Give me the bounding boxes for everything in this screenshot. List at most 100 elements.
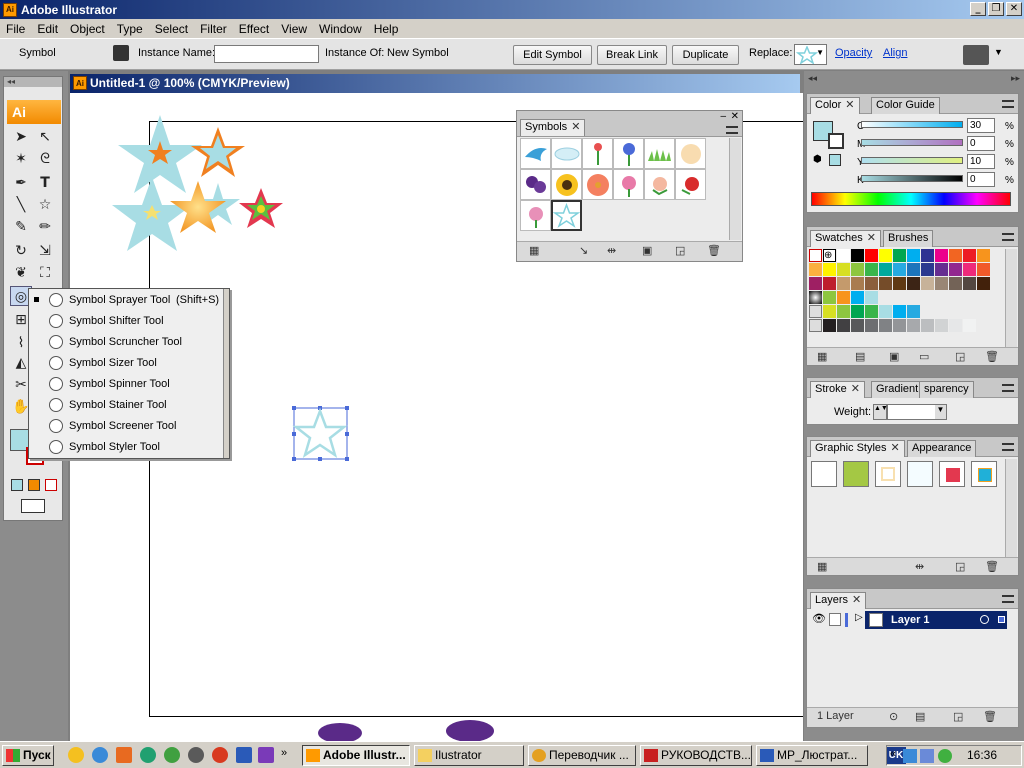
color-swatch[interactable] — [963, 249, 976, 262]
color-swatch[interactable] — [949, 319, 962, 332]
color-swatch[interactable] — [837, 305, 850, 318]
lock-toggle[interactable] — [829, 613, 841, 626]
panel-menu-icon[interactable] — [1002, 233, 1014, 241]
bridge-icon[interactable] — [963, 45, 989, 65]
flyout-symbol-styler-tool[interactable]: Symbol Styler Tool — [29, 437, 225, 458]
show-kinds-icon[interactable]: ▤ — [855, 350, 865, 363]
color-group-folder-icon[interactable] — [809, 305, 822, 318]
make-clipping-mask-icon[interactable]: ⊙ — [889, 710, 898, 723]
trash-icon[interactable]: 🗑 — [707, 244, 721, 257]
tray-expand-icon[interactable]: « — [890, 748, 896, 760]
color-swatch[interactable] — [823, 319, 836, 332]
menu-type[interactable]: Type — [111, 22, 149, 36]
tab-symbols[interactable]: Symbols ✕ — [520, 119, 586, 136]
color-swatch[interactable] — [907, 263, 920, 276]
app2-quicklaunch-icon[interactable] — [258, 747, 274, 763]
color-swatch[interactable] — [823, 291, 836, 304]
menu-view[interactable]: View — [275, 22, 313, 36]
close-icon[interactable]: ✕ — [891, 442, 900, 454]
color-swatch[interactable] — [823, 305, 836, 318]
yellow-slider[interactable] — [861, 157, 963, 164]
tab-layers[interactable]: Layers ✕ — [810, 592, 867, 609]
trash-icon[interactable]: 🗑 — [985, 560, 999, 573]
color-swatch[interactable] — [907, 305, 920, 318]
menu-select[interactable]: Select — [149, 22, 194, 36]
color-group-folder-icon[interactable] — [809, 319, 822, 332]
color-swatch[interactable] — [935, 319, 948, 332]
color-swatch[interactable] — [879, 263, 892, 276]
tab-color-guide[interactable]: Color Guide — [871, 97, 940, 114]
graphic-styles-scrollbar[interactable] — [1005, 459, 1017, 557]
color-swatch[interactable] — [851, 263, 864, 276]
symbol-swatch-new-symbol[interactable] — [551, 200, 582, 231]
color-swatch[interactable] — [921, 277, 934, 290]
network-tray-icon[interactable] — [903, 749, 917, 763]
task-adobe-illustrator[interactable]: Adobe Illustr... — [302, 745, 410, 766]
start-button[interactable]: Пуск — [2, 745, 54, 766]
black-slider[interactable] — [861, 175, 963, 182]
last-color-swatch[interactable] — [829, 154, 841, 166]
type-tool-icon[interactable]: T — [34, 173, 56, 193]
restore-button[interactable]: ❐ — [988, 2, 1004, 16]
tab-gradient[interactable]: Gradient — [871, 381, 924, 398]
color-swatch[interactable] — [865, 305, 878, 318]
flyout-tearoff-strip[interactable] — [223, 289, 229, 458]
selection-tool-icon[interactable]: ➤ — [10, 127, 32, 147]
tab-color[interactable]: Color ✕ — [810, 97, 860, 114]
new-swatch-icon[interactable]: ◲ — [955, 350, 965, 363]
color-swatch[interactable] — [949, 263, 962, 276]
trash-icon[interactable]: 🗑 — [985, 350, 999, 363]
star-tool-icon[interactable]: ☆ — [34, 195, 56, 215]
tab-graphic-styles[interactable]: Graphic Styles ✕ — [810, 440, 905, 457]
new-symbol-icon[interactable]: ◲ — [675, 244, 685, 257]
color-swatch[interactable] — [851, 249, 864, 262]
flyout-symbol-spinner-tool[interactable]: Symbol Spinner Tool — [29, 374, 225, 395]
color-swatch[interactable] — [907, 277, 920, 290]
color-swatch[interactable] — [865, 249, 878, 262]
swatch-registration[interactable]: ⊕ — [823, 249, 836, 262]
symbol-swatch[interactable] — [613, 138, 644, 169]
new-layer-icon[interactable]: ◲ — [953, 710, 963, 723]
minimize-button[interactable]: _ — [970, 2, 986, 16]
color-swatch[interactable] — [949, 277, 962, 290]
expand-triangle-icon[interactable]: ▷ — [855, 612, 863, 623]
yellow-value[interactable]: 10 — [967, 154, 995, 169]
symbol-swatch[interactable] — [675, 169, 706, 200]
symbols-scrollbar[interactable] — [729, 138, 741, 240]
flyout-symbol-shifter-tool[interactable]: Symbol Shifter Tool — [29, 311, 225, 332]
color-swatch[interactable] — [921, 319, 934, 332]
symbol-swatch[interactable] — [644, 138, 675, 169]
break-style-link-icon[interactable]: ⇹ — [915, 560, 924, 573]
tab-appearance[interactable]: Appearance — [907, 440, 977, 457]
menu-help[interactable]: Help — [368, 22, 405, 36]
break-link-icon[interactable]: ⇹ — [607, 244, 616, 257]
paintbrush-tool-icon[interactable]: ✎ — [10, 217, 32, 237]
style-cyan-square[interactable] — [971, 461, 997, 487]
ie-quicklaunch-icon[interactable] — [92, 747, 108, 763]
swatches-scrollbar[interactable] — [1005, 249, 1017, 347]
opacity-link[interactable]: Opacity — [835, 47, 872, 59]
flyout-symbol-sizer-tool[interactable]: Symbol Sizer Tool — [29, 353, 225, 374]
rotate-tool-icon[interactable]: ↻ — [10, 241, 32, 261]
color-swatch[interactable] — [851, 277, 864, 290]
symbol-swatch[interactable] — [520, 200, 551, 231]
swatch-libraries-icon[interactable]: ▦ — [817, 350, 827, 363]
target-circle-icon[interactable] — [980, 615, 989, 624]
color-swatch[interactable] — [893, 249, 906, 262]
flyout-symbol-scruncher-tool[interactable]: Symbol Scruncher Tool — [29, 332, 225, 353]
break-link-button[interactable]: Break Link — [597, 45, 667, 65]
color-spectrum-bar[interactable] — [811, 192, 1011, 206]
menu-edit[interactable]: Edit — [31, 22, 64, 36]
menu-file[interactable]: File — [0, 22, 31, 36]
color-swatch[interactable] — [851, 305, 864, 318]
tab-transparency[interactable]: sparency — [919, 381, 974, 398]
color-swatch[interactable] — [935, 249, 948, 262]
browser-quicklaunch-icon[interactable] — [212, 747, 228, 763]
symbol-options-icon[interactable]: ▣ — [642, 244, 652, 257]
color-swatch[interactable] — [837, 249, 850, 262]
chrome-quicklaunch-icon[interactable] — [68, 747, 84, 763]
close-icon[interactable]: ✕ — [852, 594, 861, 606]
task-translator[interactable]: Переводчик ... — [528, 745, 636, 766]
new-style-icon[interactable]: ◲ — [955, 560, 965, 573]
new-color-group-icon[interactable]: ▭ — [919, 350, 929, 363]
